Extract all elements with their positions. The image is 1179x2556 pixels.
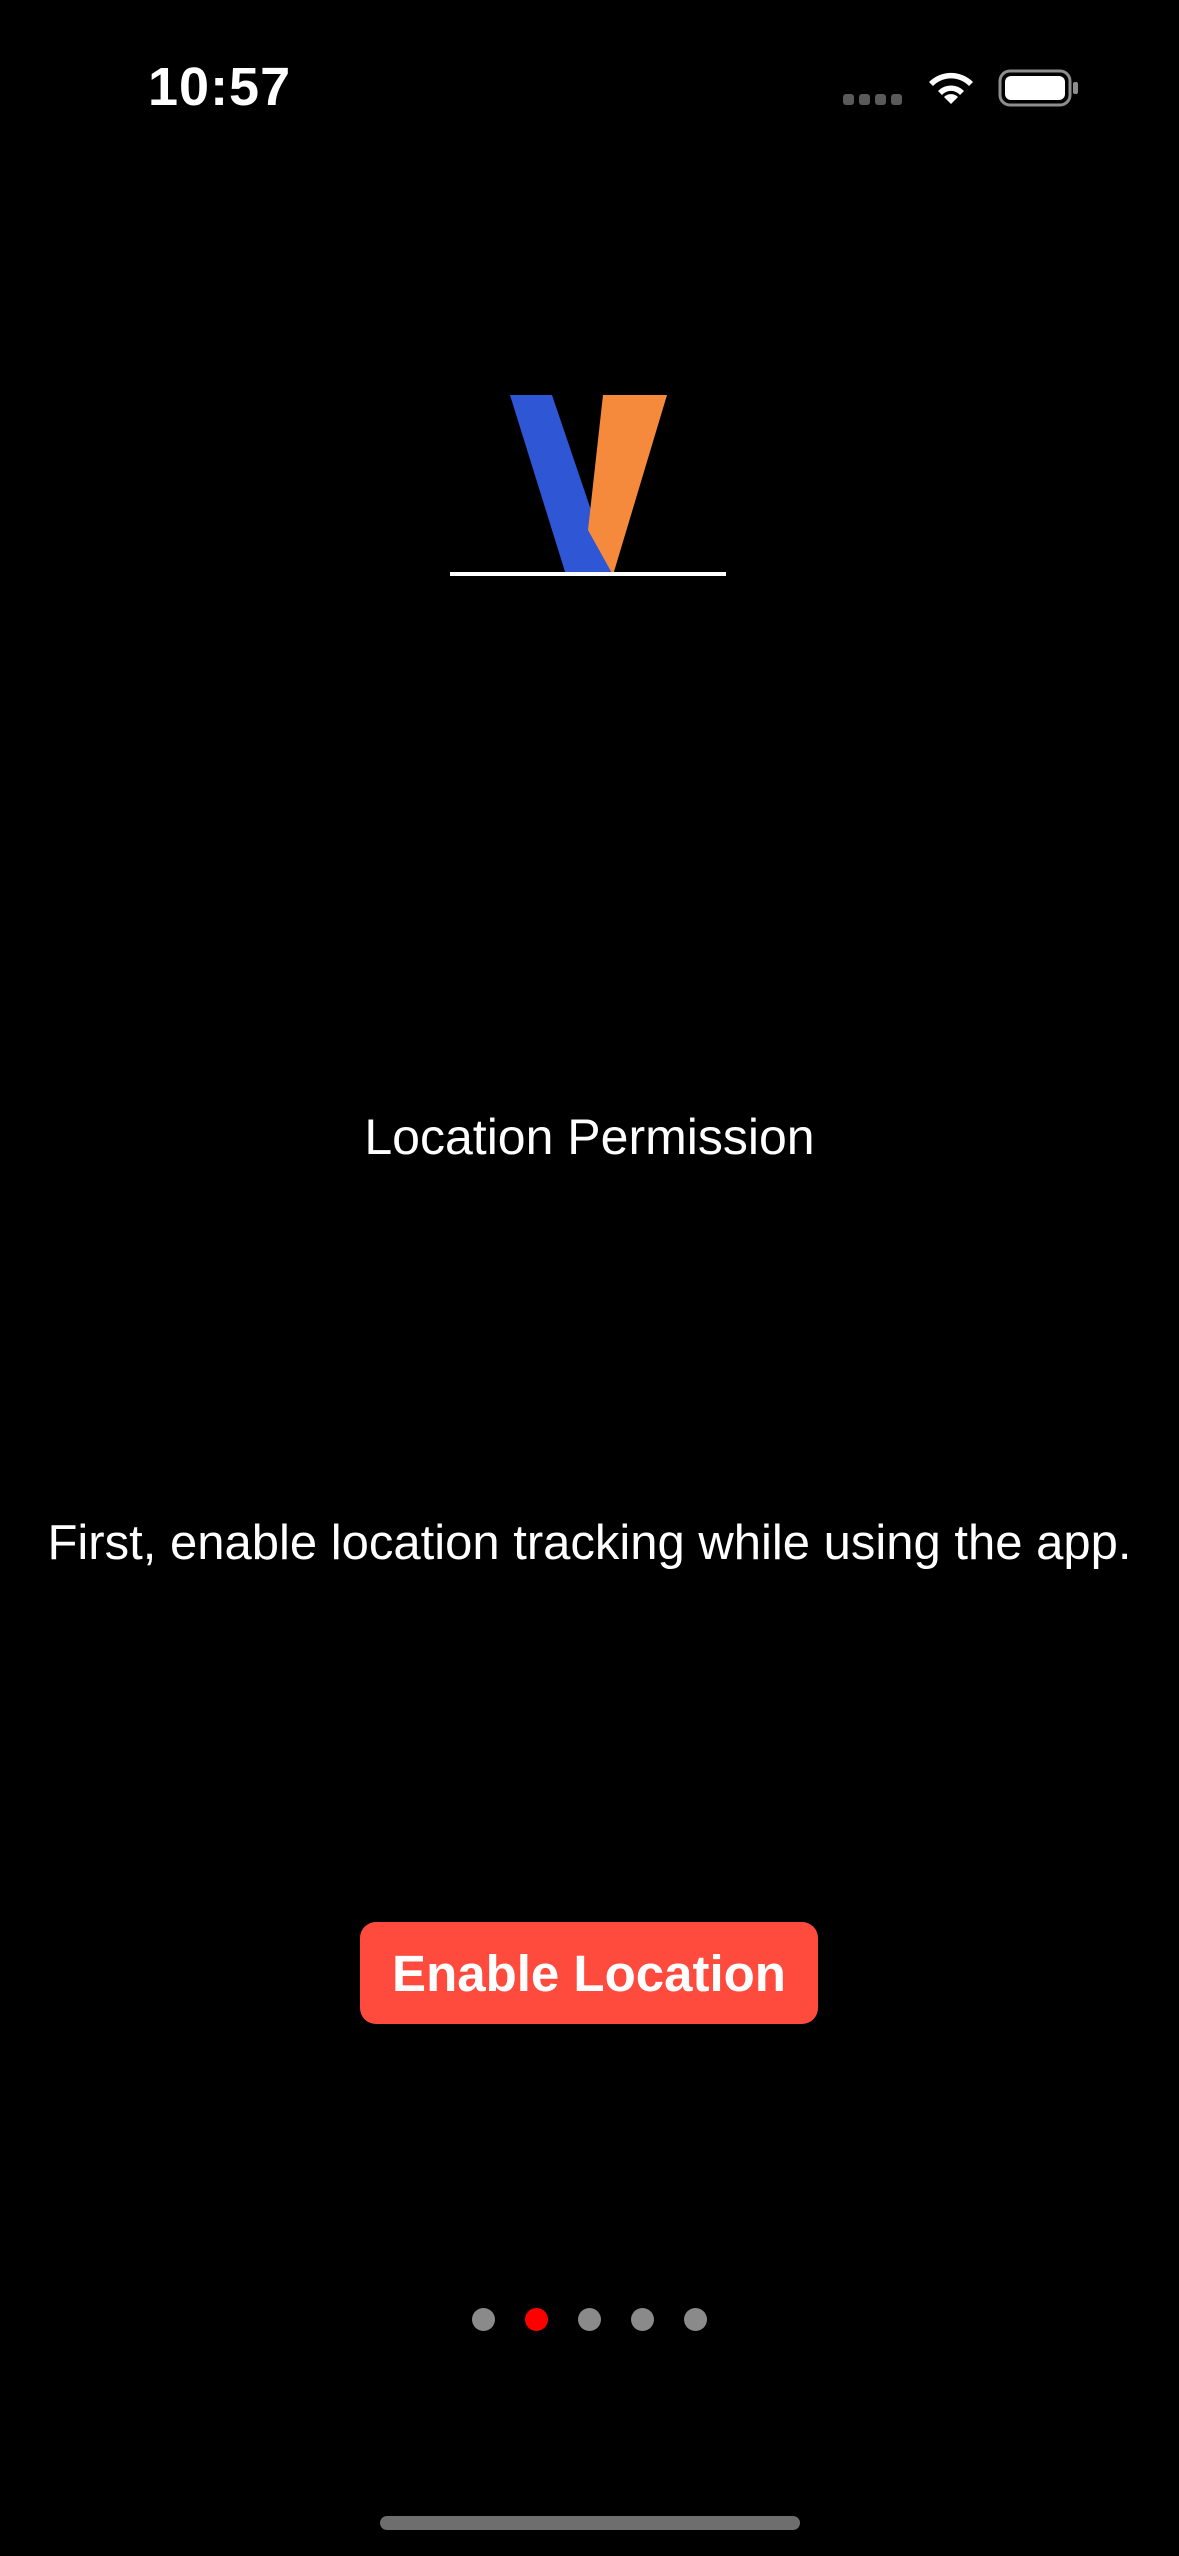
status-time: 10:57 (148, 57, 292, 117)
page-dot-5[interactable] (684, 2308, 707, 2331)
page-dot-2-active[interactable] (525, 2308, 548, 2331)
v-logo (450, 395, 726, 576)
page-dot-4[interactable] (631, 2308, 654, 2331)
enable-location-button[interactable]: Enable Location (360, 1922, 818, 2024)
home-indicator[interactable] (380, 2516, 800, 2530)
cellular-signal-icon (843, 94, 903, 106)
permission-description: First, enable location tracking while us… (47, 1516, 1132, 1570)
battery-icon (998, 69, 1078, 107)
page-indicator[interactable] (472, 2308, 707, 2331)
page-title: Location Permission (364, 1109, 815, 1165)
page-dot-3[interactable] (578, 2308, 601, 2331)
status-bar: 10:57 (0, 0, 1179, 170)
page-dot-1[interactable] (472, 2308, 495, 2331)
wifi-icon (929, 72, 973, 104)
